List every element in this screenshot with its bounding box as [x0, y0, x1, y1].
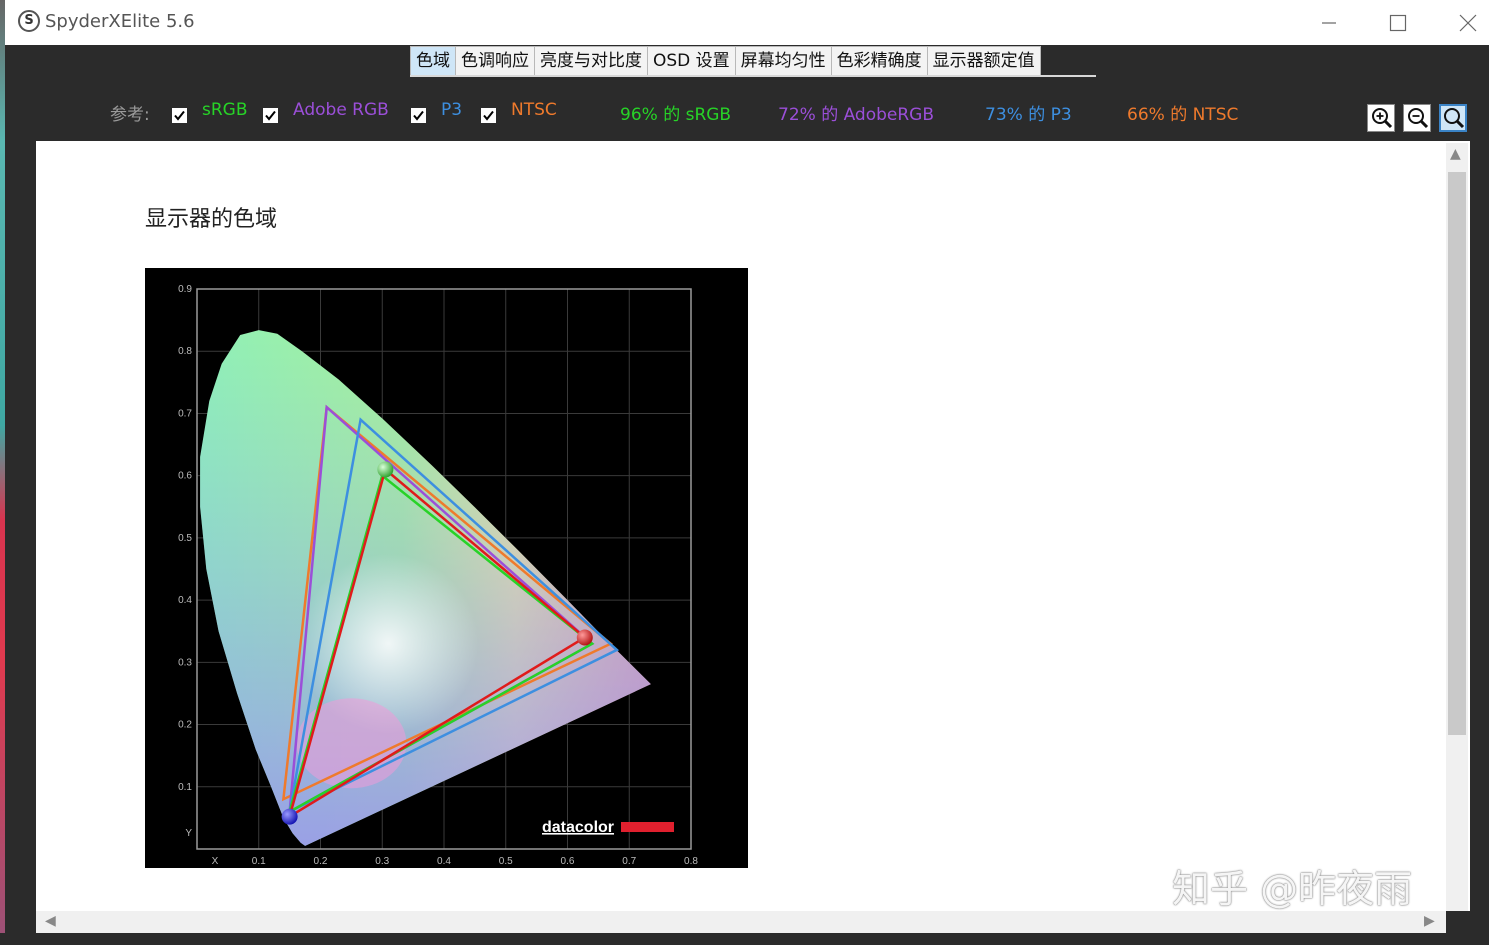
scroll-left-arrow-icon[interactable]: ◀	[45, 913, 56, 929]
report-panel: 显示器的色域 0.1 0.2 0.3 0.4 0.5 0.6 0.7 0.8 0…	[36, 141, 1470, 911]
y-tick-label: 0.9	[178, 284, 192, 295]
bottom-frame	[0, 933, 1489, 945]
y-tick-label: 0.4	[178, 595, 192, 606]
measured-red-primary	[576, 629, 593, 646]
main-tabs: 色域 色调响应 亮度与对比度 OSD 设置 屏幕均匀性 色彩精确度 显示器额定值	[410, 46, 1041, 76]
vertical-scroll-thumb[interactable]	[1448, 172, 1466, 735]
cie-diagram: 0.1 0.2 0.3 0.4 0.5 0.6 0.7 0.8 0.1 0.2 0.3 0.4 0.5 0…	[178, 284, 698, 867]
zoom-out-button[interactable]	[1403, 104, 1431, 132]
x-axis-label: X	[212, 856, 219, 867]
y-tick-label: 0.2	[178, 720, 192, 731]
x-tick-label: 0.7	[622, 856, 636, 867]
adobe-rgb-checkbox[interactable]	[263, 108, 278, 123]
tab-gamut[interactable]: 色域	[410, 46, 456, 76]
y-tick-label: 0.1	[178, 782, 192, 793]
reference-label: 参考:	[110, 105, 150, 125]
zoom-in-icon	[1372, 108, 1393, 129]
x-tick-label: 0.4	[437, 856, 451, 867]
p3-coverage: 73% 的 P3	[985, 105, 1072, 125]
x-tick-label: 0.5	[499, 856, 513, 867]
spectral-locus	[200, 330, 651, 846]
x-tick-label: 0.6	[561, 856, 575, 867]
zoom-in-button[interactable]	[1367, 104, 1395, 132]
p3-label[interactable]: P3	[441, 100, 462, 134]
tab-screen-uniformity[interactable]: 屏幕均匀性	[734, 46, 832, 76]
srgb-label[interactable]: sRGB	[202, 100, 248, 134]
tab-divider	[410, 75, 1096, 77]
zoom-fit-icon	[1444, 108, 1465, 129]
y-tick-label: 0.5	[178, 533, 192, 544]
close-button[interactable]	[1433, 0, 1489, 45]
tab-brightness-contrast[interactable]: 亮度与对比度	[534, 46, 648, 76]
y-tick-label: 0.8	[178, 346, 192, 357]
zoom-fit-button[interactable]	[1439, 104, 1467, 132]
ntsc-coverage: 66% 的 NTSC	[1127, 105, 1239, 125]
minimize-button[interactable]	[1294, 0, 1364, 45]
section-title: 显示器的色域	[145, 207, 278, 232]
x-tick-label: 0.8	[684, 856, 698, 867]
ntsc-label[interactable]: NTSC	[511, 100, 557, 134]
maximize-button[interactable]	[1363, 0, 1433, 45]
datacolor-logo: datacolor	[542, 819, 614, 836]
y-tick-label: 0.7	[178, 408, 192, 419]
title-bar: S SpyderXElite 5.6	[5, 0, 1489, 45]
tab-osd-settings[interactable]: OSD 设置	[647, 46, 736, 76]
adobe-rgb-coverage: 72% 的 AdobeRGB	[778, 105, 935, 125]
reference-bar: 参考: sRGB Adobe RGB P3 NTSC 96% 的 sRGB 72…	[0, 100, 1489, 134]
minimize-icon	[1322, 21, 1336, 24]
y-tick-label: 0.6	[178, 471, 192, 482]
magenta-glow	[296, 698, 407, 789]
horizontal-scrollbar[interactable]: ◀ ▶	[36, 911, 1446, 933]
y-tick-label: 0.3	[178, 657, 192, 668]
adobe-rgb-label[interactable]: Adobe RGB	[293, 100, 389, 134]
measured-blue-primary	[281, 808, 298, 825]
app-logo-icon: S	[18, 10, 40, 32]
srgb-coverage: 96% 的 sRGB	[620, 105, 732, 125]
x-tick-label: 0.3	[375, 856, 389, 867]
gamut-chart: 0.1 0.2 0.3 0.4 0.5 0.6 0.7 0.8 0.1 0.2 0.3 0.4 0.5 0…	[145, 268, 748, 868]
close-icon	[1459, 14, 1477, 31]
x-tick-label: 0.1	[252, 856, 266, 867]
tab-display-rating[interactable]: 显示器额定值	[926, 46, 1041, 76]
scroll-right-arrow-icon[interactable]: ▶	[1424, 913, 1435, 929]
maximize-icon	[1389, 14, 1407, 31]
measured-green-primary	[377, 461, 394, 478]
ntsc-checkbox[interactable]	[481, 108, 496, 123]
zoom-out-icon	[1408, 108, 1429, 129]
watermark: 知乎 @昨夜雨	[1172, 867, 1413, 911]
p3-checkbox[interactable]	[411, 108, 426, 123]
desktop-edge	[0, 0, 5, 945]
datacolor-logo-bar	[621, 822, 674, 832]
tab-color-accuracy[interactable]: 色彩精确度	[830, 46, 928, 76]
srgb-checkbox[interactable]	[172, 108, 187, 123]
x-tick-label: 0.2	[314, 856, 328, 867]
window-title: SpyderXElite 5.6	[45, 11, 195, 32]
scroll-up-arrow-icon[interactable]: ▲	[1450, 146, 1461, 162]
tab-tone-response[interactable]: 色调响应	[455, 46, 535, 76]
y-axis-label: Y	[185, 828, 192, 839]
